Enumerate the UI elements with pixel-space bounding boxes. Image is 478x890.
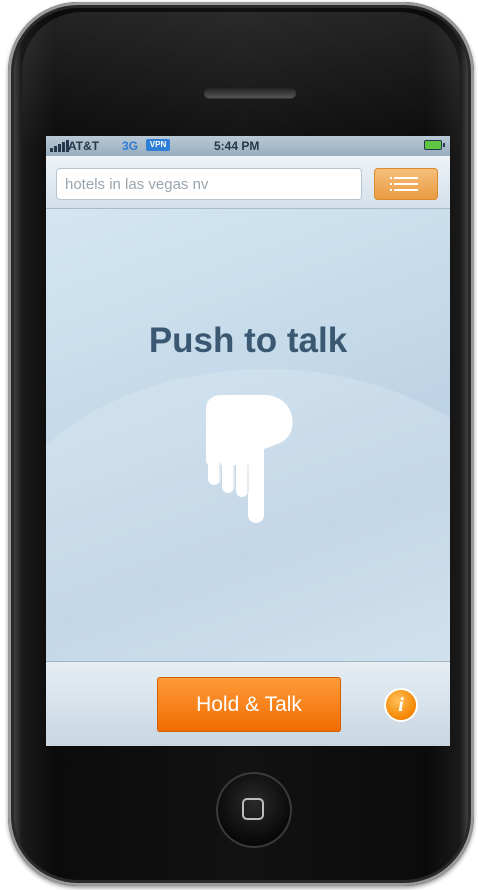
status-time: 5:44 PM	[214, 139, 260, 153]
list-menu-icon	[390, 177, 418, 191]
home-button[interactable]	[216, 772, 292, 848]
earpiece-speaker	[204, 88, 296, 98]
search-bar	[46, 156, 450, 209]
home-square-icon	[242, 798, 264, 820]
carrier-name: AT&T	[68, 139, 100, 153]
push-to-talk-area[interactable]: Push to talk	[46, 209, 450, 746]
network-type: 3G	[122, 139, 139, 153]
app-screen: AT&T 3G VPN 5:44 PM Push to talk	[46, 136, 450, 746]
bezel-gloss	[22, 12, 460, 152]
battery-icon	[424, 140, 445, 150]
info-icon[interactable]: i	[386, 690, 416, 720]
bottom-toolbar: Hold & Talk i	[46, 661, 450, 746]
pointing-hand-icon	[206, 395, 293, 523]
hold-and-talk-button[interactable]: Hold & Talk	[157, 677, 341, 732]
menu-button[interactable]	[374, 168, 438, 200]
vpn-badge: VPN	[146, 139, 170, 151]
status-bar: AT&T 3G VPN 5:44 PM	[46, 136, 450, 156]
search-input[interactable]	[56, 168, 362, 200]
push-to-talk-title: Push to talk	[148, 321, 348, 360]
